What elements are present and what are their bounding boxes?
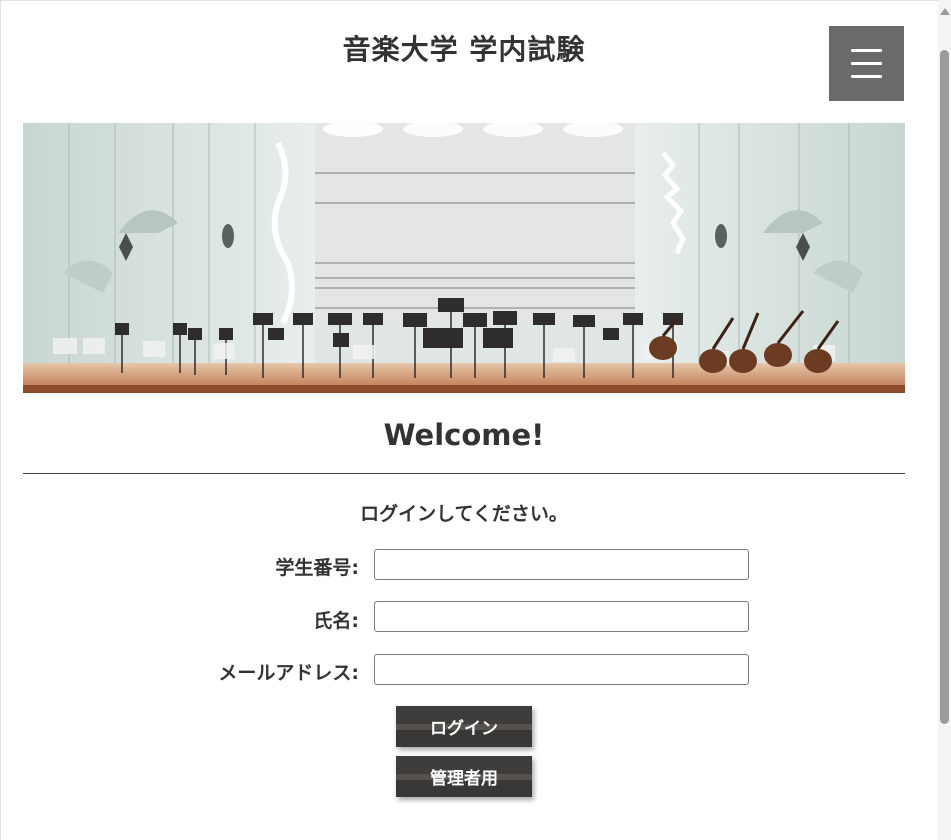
email-label: メールアドレス: — [218, 662, 359, 684]
scroll-up-arrow-icon[interactable] — [940, 8, 950, 15]
name-input[interactable] — [374, 601, 749, 632]
concert-hall-illustration — [23, 123, 905, 393]
admin-button[interactable]: 管理者用 — [396, 756, 532, 797]
login-button[interactable]: ログイン — [396, 706, 532, 747]
hero-image — [23, 123, 905, 393]
welcome-heading: Welcome! — [383, 418, 545, 452]
scrollbar-thumb[interactable] — [940, 50, 949, 724]
divider — [23, 473, 905, 474]
student-number-label: 学生番号: — [275, 557, 359, 579]
menu-button[interactable] — [829, 26, 904, 101]
vertical-scrollbar[interactable] — [938, 0, 951, 840]
student-number-input[interactable] — [374, 549, 749, 580]
page-top-border — [0, 0, 938, 1]
site-title: 音楽大学 学内試験 — [342, 33, 586, 66]
email-input[interactable] — [374, 654, 749, 685]
name-label: 氏名: — [313, 610, 359, 632]
login-instruction: ログインしてください。 — [360, 503, 568, 525]
